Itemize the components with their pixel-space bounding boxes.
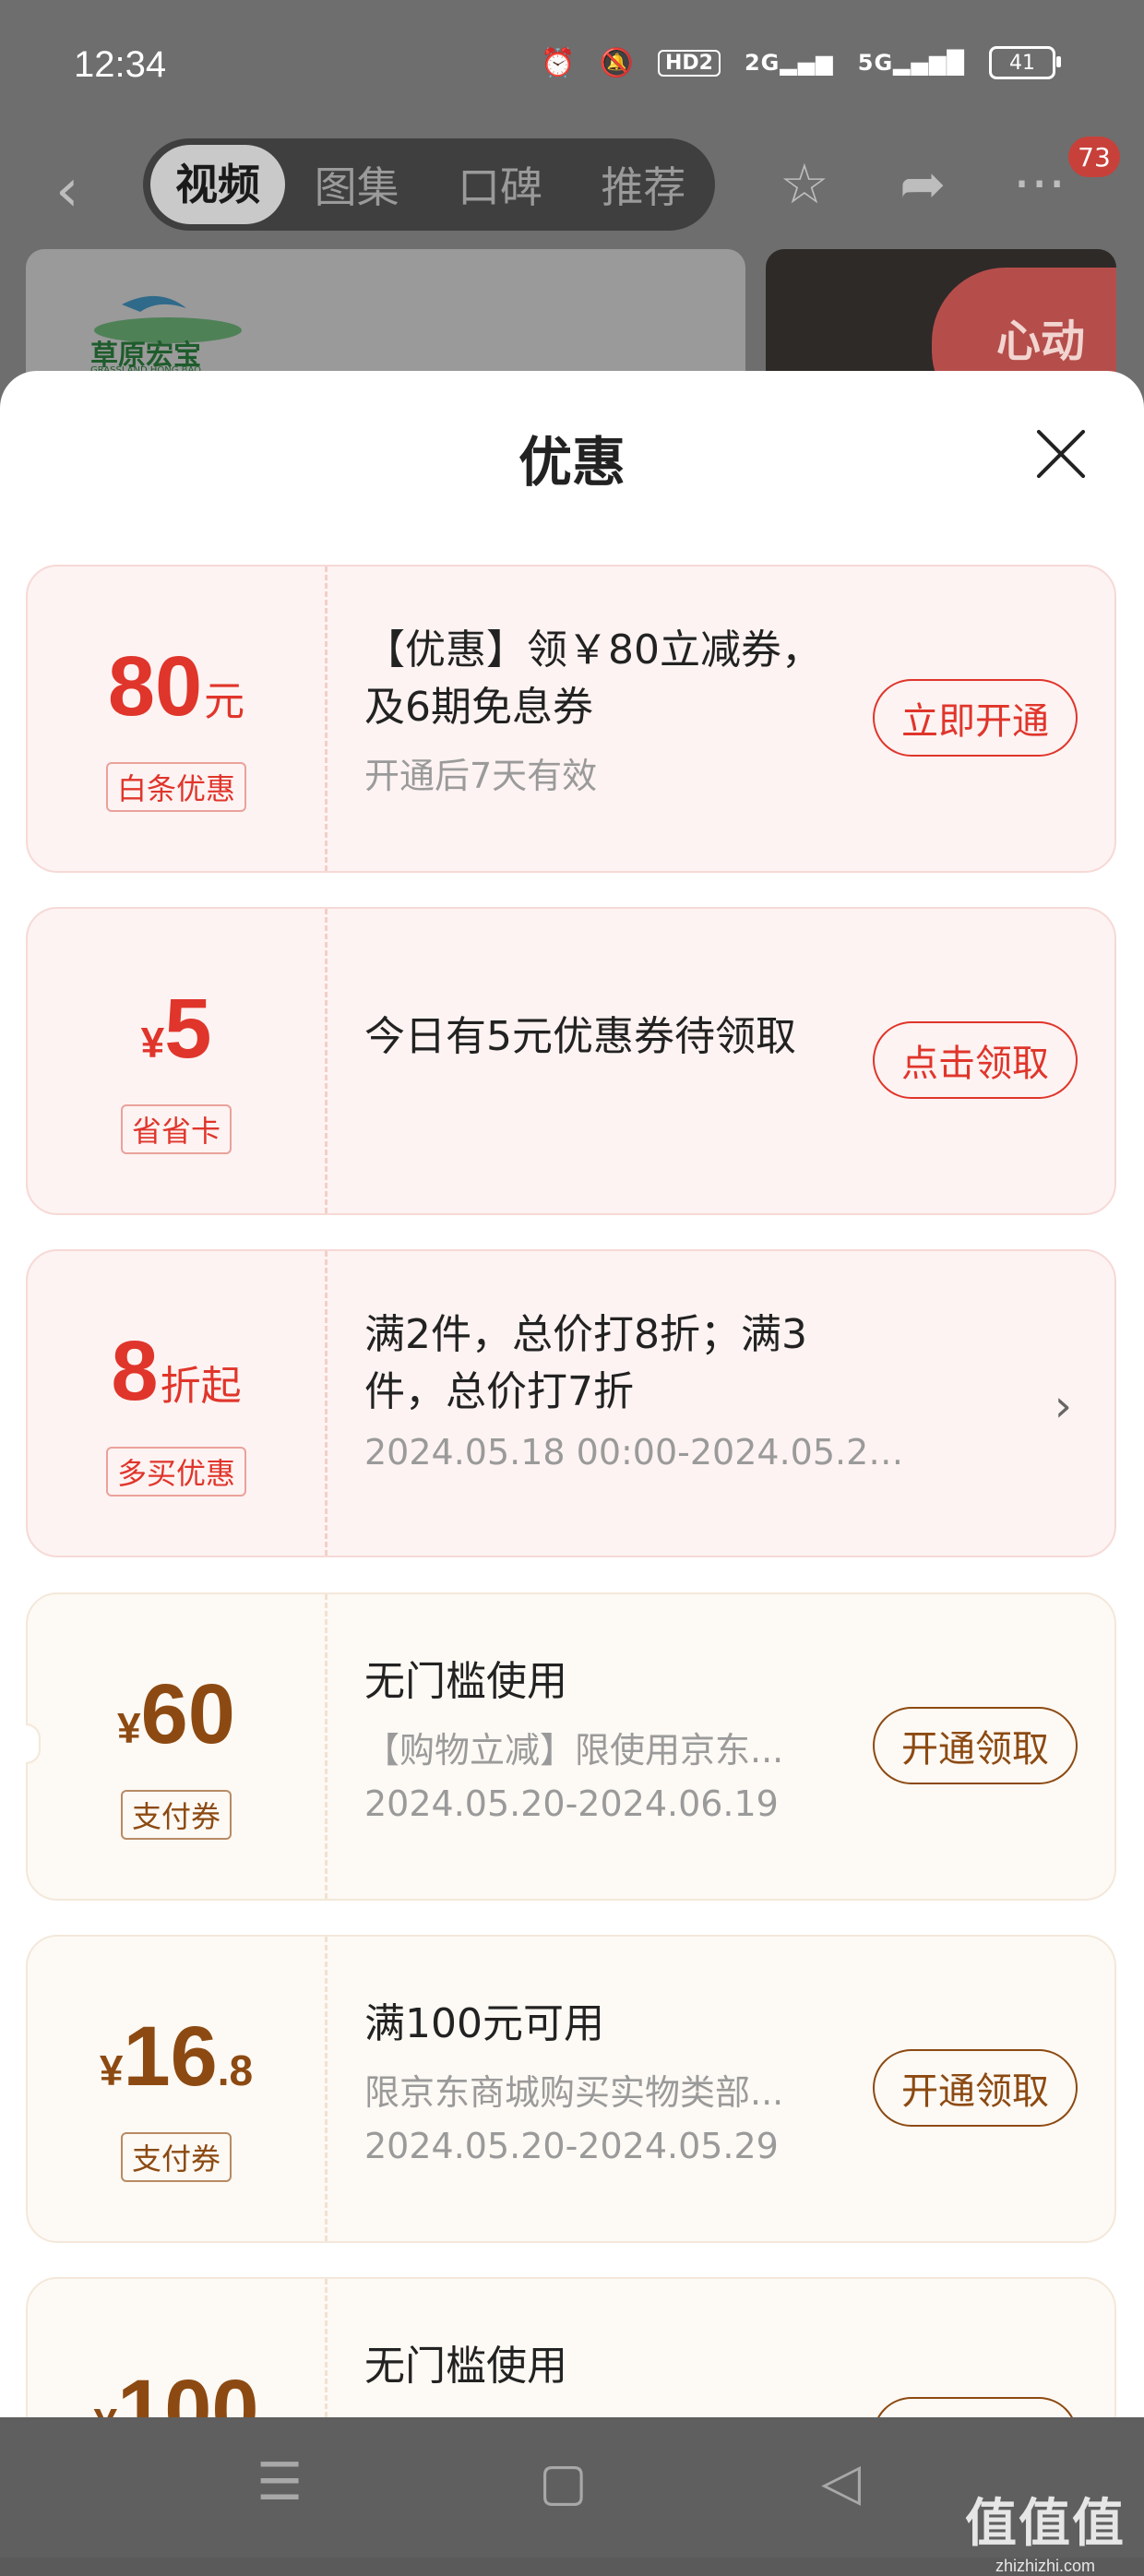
coupon-tag: 支付券 xyxy=(120,2132,232,2182)
status-time: 12:34 xyxy=(74,44,167,85)
open-claim-button[interactable] xyxy=(873,2397,1078,2417)
activate-now-button[interactable]: 立即开通 xyxy=(873,679,1078,757)
coupon-title: 满2件，总价打8折；满3件，总价打7折 xyxy=(364,1311,807,1415)
hd-badge: HD2 xyxy=(658,49,721,77)
watermark-url: zhizhizhi.com xyxy=(995,2557,1096,2575)
coupon-title: 【优惠】领￥80立减券，及6期免息券 xyxy=(364,626,822,731)
coupon-title: 无门槛使用 xyxy=(364,2343,567,2390)
sheet-title: 优惠 xyxy=(518,431,626,494)
currency-symbol: ¥ xyxy=(117,1704,141,1752)
coupon-value: ¥ 16 .8 支付券 xyxy=(28,1937,325,2241)
coupon-value: ¥ 5 省省卡 xyxy=(28,909,325,1213)
signal-5g: 5G▂▄▆█ xyxy=(857,50,965,76)
tab-bar: 视频 图集 口碑 推荐 xyxy=(143,138,715,231)
tab-video[interactable]: 视频 xyxy=(150,145,285,224)
open-claim-button[interactable]: 开通领取 xyxy=(873,2049,1078,2127)
coupon-card-multi-buy[interactable]: 8 折起 多买优惠 满2件，总价打8折；满3件，总价打7折 2024.05.18… xyxy=(26,1249,1116,1557)
mute-icon: 🔕 xyxy=(599,46,634,79)
coupon-amount: 5 xyxy=(164,982,212,1076)
coupon-desc: 【购物立减】限使用京东... xyxy=(364,1730,784,1771)
signal-2g: 2G▂▄▆ xyxy=(744,50,834,76)
coupon-info: 今日有5元优惠券待领取 xyxy=(364,1008,826,1066)
coupon-value: 80 元 白条优惠 xyxy=(28,566,325,871)
coupon-card-shengsheng: ¥ 5 省省卡 今日有5元优惠券待领取 点击领取 xyxy=(26,907,1116,1215)
coupon-info: 无门槛使用 【购物立减】限使用京东... 2024.05.20-2024.06.… xyxy=(364,1653,844,1824)
currency-symbol: ¥ xyxy=(93,2399,117,2417)
coupon-amount: 60 xyxy=(140,1667,235,1761)
coupon-amount: 80 xyxy=(107,639,203,733)
coupon-decimal: .8 xyxy=(217,2046,254,2094)
coupon-unit: 折起 xyxy=(160,1363,242,1410)
claim-button[interactable]: 点击领取 xyxy=(873,1021,1078,1099)
currency-symbol: ¥ xyxy=(140,1019,165,1067)
battery-icon: 41 xyxy=(989,46,1061,79)
share-icon[interactable]: ➦ xyxy=(900,152,946,217)
watermark: 值值值 zhizhizhi.com xyxy=(965,2482,1126,2576)
coupon-divider xyxy=(325,909,328,1213)
coupon-tag: 省省卡 xyxy=(120,1104,232,1154)
coupon-tag: 白条优惠 xyxy=(105,762,247,812)
coupon-tag: 支付券 xyxy=(120,1790,232,1840)
chevron-right-icon[interactable]: › xyxy=(1055,1380,1072,1432)
discount-sheet: 优惠 80 元 白条优惠 【优惠】领￥80立减券，及6期免息券 开通后7天有效 … xyxy=(0,371,1144,2417)
coupon-card-baitiao: 80 元 白条优惠 【优惠】领￥80立减券，及6期免息券 开通后7天有效 立即开… xyxy=(26,565,1116,873)
coupon-divider xyxy=(325,1251,328,1556)
tab-gallery[interactable]: 图集 xyxy=(285,154,428,215)
status-icons: ⏰ 🔕 HD2 2G▂▄▆ 5G▂▄▆█ 41 xyxy=(541,46,1061,79)
coupon-card-pay-60: ¥ 60 支付券 无门槛使用 【购物立减】限使用京东... 2024.05.20… xyxy=(26,1592,1116,1901)
coupon-title: 无门槛使用 xyxy=(364,1658,567,1705)
open-claim-button[interactable]: 开通领取 xyxy=(873,1707,1078,1784)
alarm-icon: ⏰ xyxy=(541,46,576,79)
coupon-title: 今日有5元优惠券待领取 xyxy=(364,1013,796,1060)
tab-reviews[interactable]: 口碑 xyxy=(428,154,571,215)
coupon-divider xyxy=(325,1937,328,2241)
status-bar: 12:34 ⏰ 🔕 HD2 2G▂▄▆ 5G▂▄▆█ 41 xyxy=(0,0,1144,138)
coupon-amount: 8 xyxy=(111,1324,159,1418)
currency-symbol: ¥ xyxy=(99,2046,124,2094)
coupon-date: 2024.05.20-2024.05.29 xyxy=(364,2126,779,2166)
coupon-value: 8 折起 多买优惠 xyxy=(28,1251,325,1556)
promo-text: 心动 xyxy=(996,316,1086,367)
close-icon[interactable] xyxy=(1031,424,1090,483)
back-arrow-icon[interactable]: ‹ xyxy=(55,157,79,225)
coupon-desc: 限京东商城购买实物类部... xyxy=(364,2072,784,2113)
coupon-title: 满100元可用 xyxy=(364,2000,604,2047)
home-icon[interactable]: ▢ xyxy=(539,2452,588,2512)
coupon-info: 【优惠】领￥80立减券，及6期免息券 开通后7天有效 xyxy=(364,622,844,798)
coupon-info: 满2件，总价打8折；满3件，总价打7折 2024.05.18 00:00-202… xyxy=(364,1306,918,1473)
coupon-tag: 多买优惠 xyxy=(105,1447,247,1497)
coupon-value: ¥ 60 支付券 xyxy=(28,1594,325,1899)
coupon-info: 满100元可用 限京东商城购买实物类部... 2024.05.20-2024.0… xyxy=(364,1996,844,2166)
coupon-amount: 16 xyxy=(123,2010,218,2104)
coupon-validity: 开通后7天有效 xyxy=(364,756,598,796)
coupon-value: ¥ 100 xyxy=(28,2279,325,2417)
menu-icon[interactable]: ☰ xyxy=(256,2452,303,2512)
coupon-card-pay-100: ¥ 100 无门槛使用 xyxy=(26,2277,1116,2417)
coupon-unit: 元 xyxy=(204,678,245,725)
coupon-divider xyxy=(325,2279,328,2417)
coupon-date: 2024.05.20-2024.06.19 xyxy=(364,1783,779,1824)
coupon-divider xyxy=(325,1594,328,1899)
coupon-divider xyxy=(325,566,328,871)
coupon-card-pay-16-8: ¥ 16 .8 支付券 满100元可用 限京东商城购买实物类部... 2024.… xyxy=(26,1935,1116,2243)
notification-badge: 73 xyxy=(1068,137,1120,177)
star-icon[interactable]: ☆ xyxy=(780,152,829,217)
back-icon[interactable]: ◁ xyxy=(821,2452,861,2512)
watermark-logo: 值值值 xyxy=(965,2494,1126,2554)
coupon-amount: 100 xyxy=(117,2363,259,2417)
coupon-date: 2024.05.18 00:00-2024.05.20 ... xyxy=(364,1432,918,1473)
more-icon[interactable]: ··· xyxy=(1013,152,1066,217)
tab-recommend[interactable]: 推荐 xyxy=(572,154,715,215)
coupon-info: 无门槛使用 xyxy=(364,2338,881,2395)
